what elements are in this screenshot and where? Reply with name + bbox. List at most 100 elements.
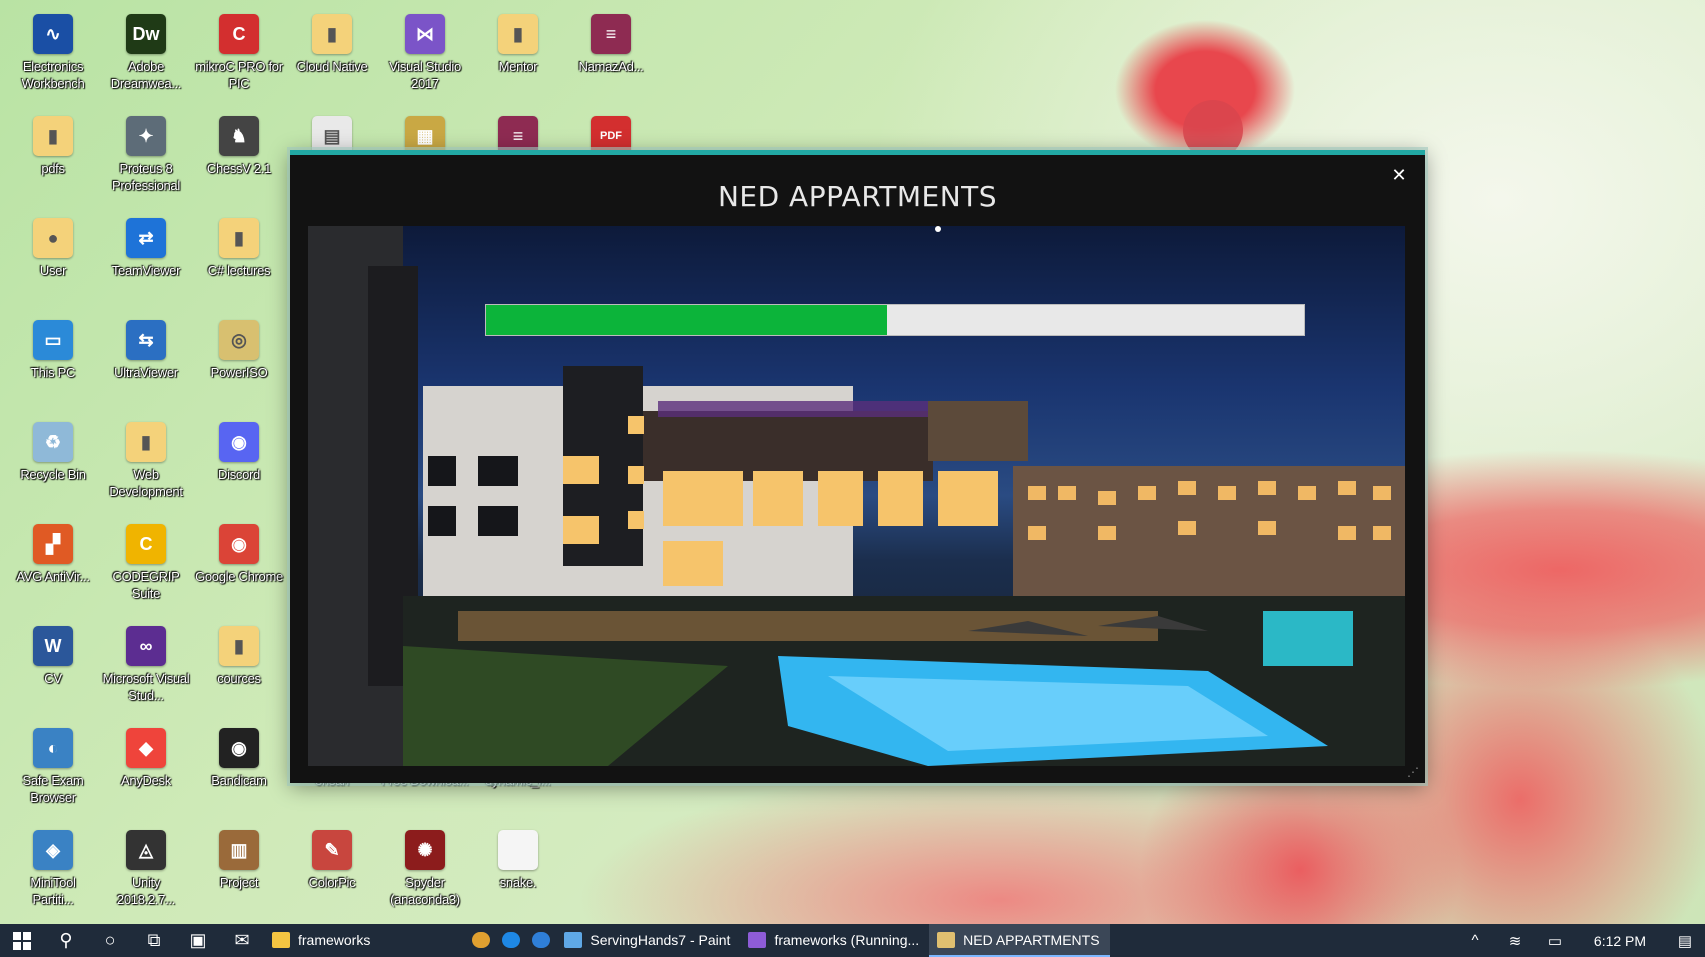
app-icon: ♞ xyxy=(219,116,259,156)
desktop-icon-label: Electronics Workbench xyxy=(21,59,85,91)
desktop-icon-label: NamazAd... xyxy=(578,59,644,74)
taskbar-task[interactable] xyxy=(526,924,556,957)
desktop-icon[interactable]: ∞ Microsoft Visual Stud... xyxy=(102,620,190,704)
desktop-icon-label: Recycle Bin xyxy=(20,467,86,482)
desktop-icon[interactable]: ◆ AnyDesk xyxy=(102,722,190,789)
desktop-icon-label: Visual Studio 2017 xyxy=(389,59,461,91)
taskbar-task[interactable]: frameworks (Running... xyxy=(740,924,929,957)
desktop-icon[interactable]: ∿ Electronics Workbench xyxy=(9,8,97,92)
app-icon: ∿ xyxy=(33,14,73,54)
app-icon: ✦ xyxy=(126,116,166,156)
task-app-icon xyxy=(564,931,583,948)
search-icon[interactable]: ⚲ xyxy=(44,924,88,957)
taskbar-tasks: frameworks ServingHands7 - Paint framework… xyxy=(264,924,1110,957)
desktop-icon-label: Bandicam xyxy=(211,773,267,788)
desktop-icon[interactable]: ⇄ TeamViewer xyxy=(102,212,190,279)
app-icon: ◈ xyxy=(33,830,73,870)
desktop-icon-label: Project xyxy=(219,875,259,890)
desktop-icon[interactable]: CmikroC PRO for PIC xyxy=(195,8,283,92)
resize-grip[interactable]: ⋰ xyxy=(1407,765,1419,779)
desktop-icon[interactable]: ≡ NamazAd... xyxy=(567,8,655,75)
app-icon: ⇄ xyxy=(126,218,166,258)
desktop-icon[interactable]: ◉ Bandicam xyxy=(195,722,283,789)
cortana-icon[interactable]: ○ xyxy=(88,924,132,957)
taskbar-task[interactable]: NED APPARTMENTS xyxy=(929,924,1110,957)
notification-icon[interactable]: ▤ xyxy=(1665,932,1705,950)
desktop-icon[interactable]: ⇆ UltraViewer xyxy=(102,314,190,381)
desktop-icon[interactable]: ◬ Unity 2018.2.7... xyxy=(102,824,190,908)
desktop-icon[interactable]: ◐ Safe Exam Browser xyxy=(9,722,97,806)
desktop-icon-label: User xyxy=(39,263,67,278)
app-icon: ▮ xyxy=(126,422,166,462)
desktop-icon-label: Cloud Native xyxy=(296,59,368,74)
desktop-icon-label: ChessV 2.1 xyxy=(206,161,272,176)
desktop-icon[interactable]: snake. xyxy=(474,824,562,891)
desktop-icon[interactable]: Dw Adobe Dreamwea... xyxy=(102,8,190,92)
desktop-icon-label: UltraViewer xyxy=(114,365,178,380)
desktop-icon-label: Spyder (anaconda3) xyxy=(390,875,460,907)
taskbar-task[interactable]: frameworks xyxy=(264,924,380,957)
taskbar-task[interactable] xyxy=(466,924,496,957)
desktop-icon-label: MiniTool Partiti... xyxy=(30,875,76,907)
store-icon[interactable]: ▣ xyxy=(176,924,220,957)
loading-progress-fill xyxy=(486,305,887,335)
app-icon: ◉ xyxy=(219,524,259,564)
desktop-icon-label: cources xyxy=(217,671,261,686)
desktop-icon-label: Mentor xyxy=(498,59,538,74)
mail-icon[interactable]: ✉ xyxy=(220,924,264,957)
desktop-icon-label: Microsoft Visual Stud... xyxy=(102,671,190,703)
task-label: frameworks xyxy=(298,931,371,948)
app-icon: ◬ xyxy=(126,830,166,870)
desktop-icon[interactable]: ♻ Recycle Bin xyxy=(9,416,97,483)
app-icon: ♻ xyxy=(33,422,73,462)
task-label: ServingHands7 - Paint xyxy=(590,931,731,948)
desktop-icon[interactable]: ✺ Spyder (anaconda3) xyxy=(381,824,469,908)
desktop-icon[interactable]: ● User xyxy=(9,212,97,279)
desktop-icon[interactable]: ♞ ChessV 2.1 xyxy=(195,110,283,177)
desktop-icon-label: Google Chrome xyxy=(195,569,283,584)
taskbar-task[interactable]: ServingHands7 - Paint xyxy=(556,924,740,957)
desktop-icon[interactable]: ◉ Discord xyxy=(195,416,283,483)
desktop-icon[interactable]: ✦ Proteus 8 Professional xyxy=(102,110,190,194)
battery-icon[interactable]: ▭ xyxy=(1535,932,1575,950)
desktop-icon[interactable]: ▮ Web Development xyxy=(102,416,190,500)
desktop-icon[interactable]: C CODEGRIP Suite xyxy=(102,518,190,602)
taskbar: ⚲ ○ ⧉ ▣ ✉ frameworks ServingHands7 - Pain… xyxy=(0,924,1705,957)
task-label: frameworks (Running... xyxy=(774,931,920,948)
desktop-icon[interactable]: W CV xyxy=(9,620,97,687)
wifi-icon[interactable]: ≋ xyxy=(1495,932,1535,950)
desktop-icon[interactable]: ▞ AVG AntiVir... xyxy=(9,518,97,585)
task-app-icon xyxy=(472,931,491,948)
task-view-icon[interactable]: ⧉ xyxy=(132,924,176,957)
app-icon: ▥ xyxy=(219,830,259,870)
desktop-icon[interactable]: ▮ Cloud Native xyxy=(288,8,376,75)
desktop-icon[interactable]: ▮ cources xyxy=(195,620,283,687)
start-button[interactable] xyxy=(0,924,44,957)
desktop-icon[interactable]: ◎ PowerISO xyxy=(195,314,283,381)
desktop-icon[interactable]: ▮ pdfs xyxy=(9,110,97,177)
desktop-icon-label: PowerISO xyxy=(210,365,268,380)
desktop-icon[interactable]: ◈ MiniTool Partiti... xyxy=(9,824,97,908)
app-icon: C xyxy=(126,524,166,564)
desktop-icon-label: This PC xyxy=(30,365,76,380)
close-button[interactable]: ✕ xyxy=(1387,163,1411,187)
desktop-icon[interactable]: ⋈ Visual Studio 2017 xyxy=(381,8,469,92)
desktop-icon-label: CV xyxy=(44,671,62,686)
desktop-icon-label: C# lectures xyxy=(207,263,271,278)
desktop-icon-label: TeamViewer xyxy=(111,263,181,278)
clock[interactable]: 6:12 PM xyxy=(1575,933,1665,949)
desktop-icon-label: ColorPic xyxy=(308,875,356,890)
app-icon: ◉ xyxy=(219,728,259,768)
app-icon: ▭ xyxy=(33,320,73,360)
app-icon: ▞ xyxy=(33,524,73,564)
desktop-icon[interactable]: ▥ Project xyxy=(195,824,283,891)
app-icon: ◎ xyxy=(219,320,259,360)
desktop-icon[interactable]: ▮ Mentor xyxy=(474,8,562,75)
desktop-icon[interactable]: ▭ This PC xyxy=(9,314,97,381)
desktop-icon[interactable]: ▮ C# lectures xyxy=(195,212,283,279)
desktop-icon[interactable]: ◉ Google Chrome xyxy=(195,518,283,585)
desktop-icon[interactable]: ✎ ColorPic xyxy=(288,824,376,891)
taskbar-task[interactable] xyxy=(496,924,526,957)
desktop-icon-label: pdfs xyxy=(41,161,65,176)
chevron-up-icon[interactable]: ^ xyxy=(1455,932,1495,949)
